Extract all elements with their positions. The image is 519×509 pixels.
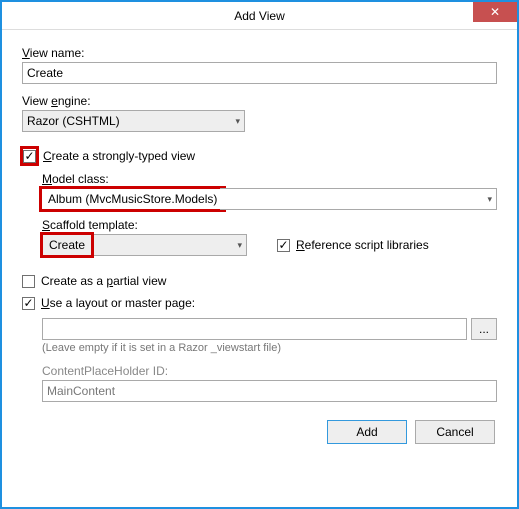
model-class-label: Model class: bbox=[42, 172, 497, 186]
placeholder-input bbox=[42, 380, 497, 402]
model-class-highlight: Album (MvcMusicStore.Models) bbox=[42, 189, 223, 209]
dialog-content: View name: View engine: Razor (CSHTML) ▾… bbox=[2, 30, 517, 507]
check-icon: ✓ bbox=[24, 150, 34, 162]
titlebar: Add View ✕ bbox=[2, 2, 517, 30]
strongly-typed-highlight: ✓ bbox=[22, 148, 37, 164]
add-view-dialog: Add View ✕ View name: View engine: Razor… bbox=[0, 0, 519, 509]
close-icon: ✕ bbox=[490, 6, 500, 18]
placeholder-label: ContentPlaceHolder ID: bbox=[42, 364, 497, 378]
model-class-value: Album (MvcMusicStore.Models) bbox=[42, 189, 223, 209]
cancel-button[interactable]: Cancel bbox=[415, 420, 495, 444]
scaffold-value: Create bbox=[43, 235, 91, 255]
partial-checkbox[interactable] bbox=[22, 275, 35, 288]
scaffold-label: Scaffold template: bbox=[42, 218, 497, 232]
browse-button[interactable]: ... bbox=[471, 318, 497, 340]
partial-label: Create as a partial view bbox=[41, 274, 166, 288]
view-engine-label: View engine: bbox=[22, 94, 497, 108]
close-button[interactable]: ✕ bbox=[473, 2, 517, 22]
chevron-down-icon: ▾ bbox=[235, 116, 240, 127]
layout-hint: (Leave empty if it is set in a Razor _vi… bbox=[42, 342, 497, 354]
check-icon: ✓ bbox=[278, 239, 288, 251]
view-name-label: View name: bbox=[22, 46, 497, 60]
strongly-typed-checkbox[interactable]: ✓ bbox=[23, 150, 36, 163]
ref-script-checkbox[interactable]: ✓ bbox=[277, 239, 290, 252]
layout-path-input[interactable] bbox=[42, 318, 467, 340]
check-icon: ✓ bbox=[23, 297, 33, 309]
use-layout-label: Use a layout or master page: bbox=[41, 296, 195, 310]
scaffold-highlight: Create bbox=[43, 235, 91, 255]
view-engine-select[interactable]: Razor (CSHTML) ▾ bbox=[22, 110, 245, 132]
add-button[interactable]: Add bbox=[327, 420, 407, 444]
chevron-down-icon: ▾ bbox=[487, 194, 492, 205]
chevron-down-icon: ▾ bbox=[237, 240, 242, 251]
scaffold-select[interactable]: Create ▾ bbox=[42, 234, 247, 256]
strongly-typed-label: Create a strongly-typed view bbox=[43, 149, 195, 163]
use-layout-checkbox[interactable]: ✓ bbox=[22, 297, 35, 310]
model-class-select[interactable]: ▾ bbox=[220, 188, 497, 210]
window-title: Add View bbox=[2, 9, 517, 23]
ref-script-label: Reference script libraries bbox=[296, 238, 429, 252]
view-name-input[interactable] bbox=[22, 62, 497, 84]
view-engine-value: Razor (CSHTML) bbox=[27, 114, 120, 128]
